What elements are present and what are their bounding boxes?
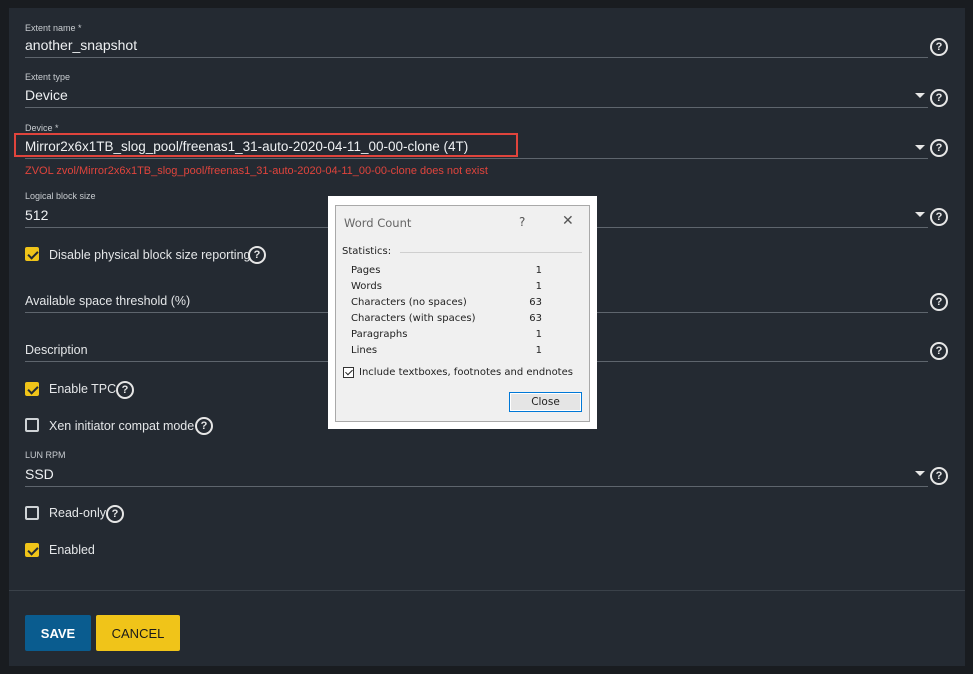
lun-rpm-underline [25, 486, 928, 487]
disable-physical-block-checkbox[interactable] [25, 247, 39, 261]
dialog-close-button[interactable]: Close [509, 392, 582, 412]
extent-type-help-icon[interactable]: ? [930, 89, 948, 107]
stat-label-chars-with-spaces: Characters (with spaces) [351, 313, 476, 324]
xen-compat-help-icon[interactable]: ? [195, 417, 213, 435]
stat-label-words: Words [351, 281, 382, 292]
stat-value-pages: 1 [535, 265, 542, 276]
dialog-title: Word Count [344, 216, 412, 230]
device-help-icon[interactable]: ? [930, 139, 948, 157]
include-textboxes-label: Include textboxes, footnotes and endnote… [359, 367, 573, 378]
dialog-close-icon[interactable]: ✕ [562, 213, 574, 229]
disable-physical-block-label: Disable physical block size reporting [49, 248, 251, 262]
lun-rpm-chevron-down-icon[interactable] [915, 471, 925, 476]
actions-divider [9, 590, 965, 591]
extent-name-label: Extent name * [25, 23, 82, 33]
device-underline [25, 158, 928, 159]
stat-value-paragraphs: 1 [535, 329, 542, 340]
stat-label-paragraphs: Paragraphs [351, 329, 408, 340]
enable-tpc-help-icon[interactable]: ? [116, 381, 134, 399]
word-count-dialog: Word Count ? ✕ Statistics: Pages 1 Words… [335, 205, 590, 422]
disable-physical-block-help-icon[interactable]: ? [248, 246, 266, 264]
read-only-help-icon[interactable]: ? [106, 505, 124, 523]
stat-value-chars-with-spaces: 63 [529, 313, 542, 324]
save-button[interactable]: SAVE [25, 615, 91, 651]
description-help-icon[interactable]: ? [930, 342, 948, 360]
stat-label-chars-no-spaces: Characters (no spaces) [351, 297, 467, 308]
device-label: Device * [25, 123, 59, 133]
available-space-threshold-help-icon[interactable]: ? [930, 293, 948, 311]
stat-label-pages: Pages [351, 265, 381, 276]
read-only-checkbox[interactable] [25, 506, 39, 520]
read-only-label: Read-only [49, 506, 106, 520]
description-input[interactable]: Description [25, 343, 88, 357]
extent-type-underline [25, 107, 928, 108]
lun-rpm-select[interactable]: SSD [25, 466, 54, 482]
include-textboxes-checkbox[interactable] [343, 367, 354, 378]
available-space-threshold-input[interactable]: Available space threshold (%) [25, 294, 190, 308]
extent-name-underline [25, 57, 928, 58]
extent-name-help-icon[interactable]: ? [930, 38, 948, 56]
lun-rpm-label: LUN RPM [25, 450, 66, 460]
dialog-help-icon[interactable]: ? [519, 215, 525, 229]
extent-type-select[interactable]: Device [25, 87, 68, 103]
logical-block-size-help-icon[interactable]: ? [930, 208, 948, 226]
logical-block-size-select[interactable]: 512 [25, 207, 48, 223]
statistics-separator [400, 252, 582, 253]
logical-block-size-label: Logical block size [25, 191, 96, 201]
device-select[interactable]: Mirror2x6x1TB_slog_pool/freenas1_31-auto… [25, 139, 468, 154]
stat-value-chars-no-spaces: 63 [529, 297, 542, 308]
lun-rpm-help-icon[interactable]: ? [930, 467, 948, 485]
stat-value-words: 1 [535, 281, 542, 292]
enable-tpc-label: Enable TPC [49, 382, 117, 396]
xen-compat-checkbox[interactable] [25, 418, 39, 432]
stat-value-lines: 1 [535, 345, 542, 356]
xen-compat-label: Xen initiator compat mode [49, 419, 195, 433]
stat-label-lines: Lines [351, 345, 378, 356]
device-chevron-down-icon[interactable] [915, 145, 925, 150]
logical-block-size-chevron-down-icon[interactable] [915, 212, 925, 217]
enable-tpc-checkbox[interactable] [25, 382, 39, 396]
enabled-label: Enabled [49, 543, 95, 557]
extent-type-label: Extent type [25, 72, 71, 82]
cancel-button[interactable]: CANCEL [96, 615, 180, 651]
extent-type-chevron-down-icon[interactable] [915, 93, 925, 98]
extent-name-input[interactable]: another_snapshot [25, 37, 137, 53]
enabled-checkbox[interactable] [25, 543, 39, 557]
statistics-label: Statistics: [342, 246, 392, 257]
device-error-message: ZVOL zvol/Mirror2x6x1TB_slog_pool/freena… [25, 165, 488, 177]
